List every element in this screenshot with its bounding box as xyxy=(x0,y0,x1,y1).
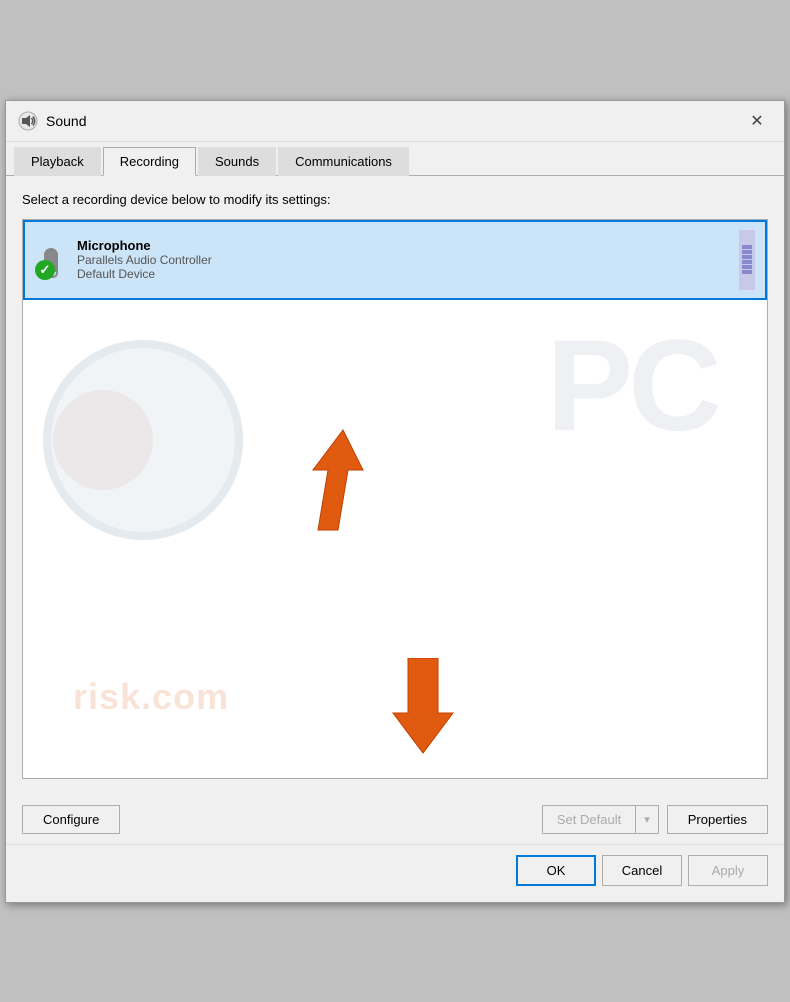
tab-playback[interactable]: Playback xyxy=(14,147,101,176)
wm-circle xyxy=(43,340,243,540)
device-controller: Parallels Audio Controller xyxy=(77,253,731,267)
dialog-icon xyxy=(18,111,38,131)
set-default-wrap: Set Default ▾ xyxy=(542,805,659,834)
default-properties-wrap: Set Default ▾ Properties xyxy=(542,805,768,834)
action-footer: Configure Set Default ▾ Properties xyxy=(6,795,784,844)
tab-communications[interactable]: Communications xyxy=(278,147,409,176)
apply-button[interactable]: Apply xyxy=(688,855,768,886)
arrow-up-icon xyxy=(253,420,373,540)
device-icon-wrap: ✓ xyxy=(35,240,67,280)
sound-dialog: Sound ✕ Playback Recording Sounds Commun… xyxy=(5,100,785,903)
device-status: Default Device xyxy=(77,267,731,281)
instruction-text: Select a recording device below to modif… xyxy=(22,192,768,207)
configure-wrap: Configure xyxy=(22,805,120,834)
window-title: Sound xyxy=(46,113,742,129)
set-default-dropdown[interactable]: ▾ xyxy=(635,805,659,834)
tab-sounds[interactable]: Sounds xyxy=(198,147,276,176)
arrow-down-icon xyxy=(383,658,463,758)
watermark-area: PC risk.com xyxy=(23,280,767,778)
tab-content: Select a recording device below to modif… xyxy=(6,176,784,795)
tab-bar: Playback Recording Sounds Communications xyxy=(6,142,784,176)
close-button[interactable]: ✕ xyxy=(742,109,772,133)
configure-button[interactable]: Configure xyxy=(22,805,120,834)
properties-button[interactable]: Properties xyxy=(667,805,768,834)
cancel-button[interactable]: Cancel xyxy=(602,855,682,886)
tab-recording[interactable]: Recording xyxy=(103,147,196,176)
device-info: Microphone Parallels Audio Controller De… xyxy=(77,238,731,281)
wm-inner-circle xyxy=(53,390,153,490)
level-indicator xyxy=(739,230,755,290)
set-default-button[interactable]: Set Default xyxy=(542,805,635,834)
default-badge: ✓ xyxy=(35,260,55,280)
dialog-footer: OK Cancel Apply xyxy=(6,844,784,902)
ok-button[interactable]: OK xyxy=(516,855,596,886)
device-item-microphone[interactable]: ✓ Microphone Parallels Audio Controller … xyxy=(23,220,767,300)
device-name: Microphone xyxy=(77,238,731,253)
wm-pc-text: PC xyxy=(546,320,717,450)
title-bar: Sound ✕ xyxy=(6,101,784,142)
wm-risk-text: risk.com xyxy=(73,676,229,718)
device-list[interactable]: ✓ Microphone Parallels Audio Controller … xyxy=(22,219,768,779)
